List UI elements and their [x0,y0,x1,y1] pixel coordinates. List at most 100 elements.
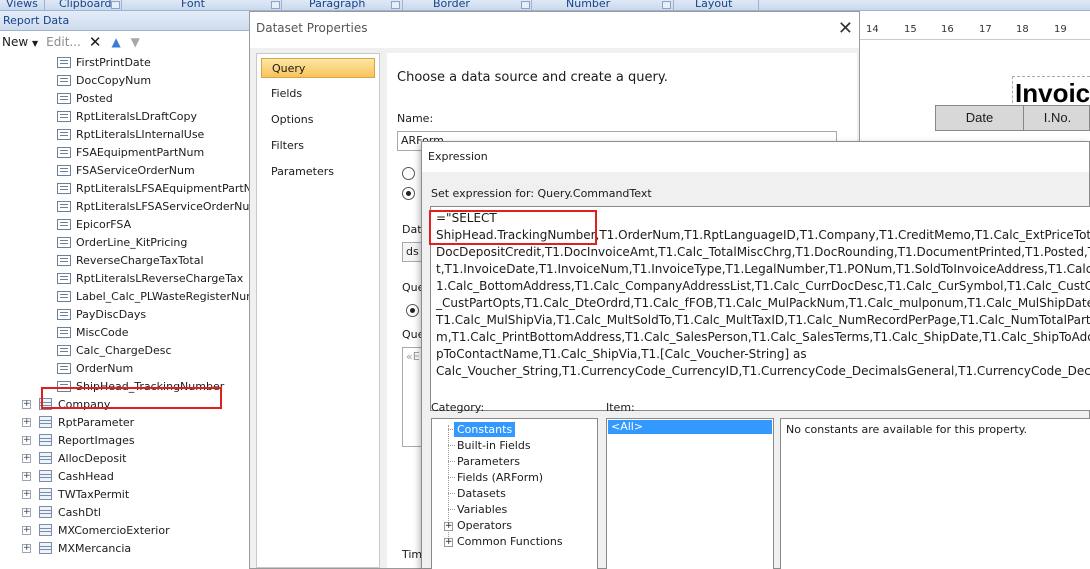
category-fields[interactable]: Fields (ARForm) [454,470,546,485]
field-label: OrderLine_KitPricing [76,235,188,249]
field-item[interactable]: FirstPrintDate [57,53,151,71]
field-icon [57,326,71,338]
nav-item-parameters[interactable]: Parameters [261,162,375,182]
category-parameters[interactable]: Parameters [454,454,523,469]
dataset-item[interactable]: + Company [22,395,110,413]
field-item[interactable]: RptLiteralsLReverseChargeTax [57,269,243,287]
report-title-textbox[interactable]: Invoic [1012,76,1090,108]
expand-operators-icon[interactable]: + [444,522,453,531]
expression-editor[interactable]: ="SELECT ShipHead.TrackingNumber,T1.Orde… [430,206,1090,411]
expand-icon[interactable]: + [22,525,31,535]
dataset-item[interactable]: + RptParameter [22,413,134,431]
ruler-tick: 18 [1016,24,1029,35]
ribbon-divider [673,0,674,10]
expression-line: 1.Calc_BottomAddress,T1.Calc_CompanyAddr… [436,279,1090,293]
ribbon-group-paragraph[interactable]: Paragraph [309,0,365,10]
field-item[interactable]: RptLiteralsLInternalUse [57,125,204,143]
dialog-titlebar: Dataset Properties ✕ [250,12,859,48]
expand-icon[interactable]: + [22,453,31,463]
delete-icon[interactable]: ✕ [89,33,102,51]
ribbon-group-font[interactable]: Font [181,0,205,10]
field-icon [57,74,71,86]
dataset-icon [39,434,52,446]
header-cell-invoice-no[interactable]: I.No. [1024,106,1090,130]
dataset-label: MXComercioExterior [58,523,170,537]
expand-icon[interactable]: + [22,471,31,481]
expand-icon[interactable]: + [22,417,31,427]
report-header-row[interactable]: Date I.No. [935,105,1090,131]
ribbon-group-border[interactable]: Border [433,0,470,10]
field-icon [57,308,71,320]
field-item[interactable]: EpicorFSA [57,215,131,233]
dataset-item[interactable]: + MXMercancia [22,539,131,557]
category-constants[interactable]: Constants [454,422,516,437]
dataset-item[interactable]: + AllocDeposit [22,449,126,467]
expand-icon[interactable]: + [22,399,31,409]
expand-icon[interactable]: + [22,435,31,445]
dataset-item[interactable]: + CashHead [22,467,114,485]
data-source-label: Dat [402,223,422,236]
number-launcher-icon[interactable] [662,1,671,9]
ribbon-divider [281,0,282,10]
field-item[interactable]: RptLiteralsLDraftCopy [57,107,197,125]
dataset-item[interactable]: + MXComercioExterior [22,521,170,539]
nav-item-filters[interactable]: Filters [261,136,375,156]
field-icon [57,164,71,176]
field-item[interactable]: ShipHead_TrackingNumber [57,377,224,395]
field-icon [57,236,71,248]
close-icon[interactable]: ✕ [838,20,853,38]
field-item[interactable]: FSAServiceOrderNum [57,161,195,179]
field-item[interactable]: RptLiteralsLFSAServiceOrderNum [57,197,249,215]
expression-line: _CustPartOpts,T1.Calc_DteOrdrd,T1.Calc_f… [436,296,1090,310]
dataset-item[interactable]: + TWTaxPermit [22,485,129,503]
name-label: Name: [397,112,434,125]
field-item[interactable]: OrderLine_KitPricing [57,233,187,251]
field-label: ReverseChargeTaxTotal [76,253,204,267]
ribbon-divider [531,0,532,10]
ribbon-group-number[interactable]: Number [566,0,610,10]
move-down-icon[interactable]: ▼ [131,35,140,49]
category-built-in-fields[interactable]: Built-in Fields [454,438,534,453]
nav-item-query[interactable]: Query [261,58,375,78]
category-variables[interactable]: Variables [454,502,510,517]
field-item[interactable]: ReverseChargeTaxTotal [57,251,204,269]
font-launcher-icon[interactable] [271,1,280,9]
field-item[interactable]: OrderNum [57,359,133,377]
ribbon-group-layout[interactable]: Layout [695,0,732,10]
new-button[interactable]: New ▼ [2,35,38,49]
expand-icon[interactable]: + [22,543,31,553]
dataset-item[interactable]: + CashDtl [22,503,101,521]
dataset-label: ReportImages [58,433,135,447]
category-datasets[interactable]: Datasets [454,486,509,501]
shared-dataset-radio[interactable] [402,167,415,180]
expand-common-functions-icon[interactable]: + [444,538,453,547]
field-item[interactable]: PayDiscDays [57,305,146,323]
query-type-text-radio[interactable] [406,304,419,317]
move-up-icon[interactable]: ▲ [111,35,120,49]
dataset-item[interactable]: + ReportImages [22,431,135,449]
paragraph-launcher-icon[interactable] [391,1,400,9]
clipboard-launcher-icon[interactable] [111,1,120,9]
header-cell-date[interactable]: Date [936,106,1024,130]
nav-item-options[interactable]: Options [261,110,375,130]
category-common-functions[interactable]: Common Functions [454,534,566,549]
field-label: OrderNum [76,361,134,375]
category-operators[interactable]: Operators [454,518,515,533]
field-item[interactable]: FSAEquipmentPartNum [57,143,204,161]
ribbon-group-clipboard[interactable]: Clipboard [59,0,112,10]
edit-button[interactable]: Edit... [46,35,81,49]
nav-item-fields[interactable]: Fields [261,84,375,104]
field-item[interactable]: Label_Calc_PLWasteRegisterNum [57,287,249,305]
field-item[interactable]: MiscCode [57,323,129,341]
item-all[interactable]: <All> [608,420,772,434]
field-item[interactable]: Calc_ChargeDesc [57,341,172,359]
field-item[interactable]: Posted [57,89,113,107]
field-item[interactable]: RptLiteralsLFSAEquipmentPartNum [57,179,249,197]
field-label: EpicorFSA [76,217,132,231]
ribbon-group-views[interactable]: Views [6,0,38,10]
expand-icon[interactable]: + [22,507,31,517]
field-item[interactable]: DocCopyNum [57,71,151,89]
embedded-dataset-radio[interactable] [402,187,415,200]
expand-icon[interactable]: + [22,489,31,499]
border-launcher-icon[interactable] [521,1,530,9]
